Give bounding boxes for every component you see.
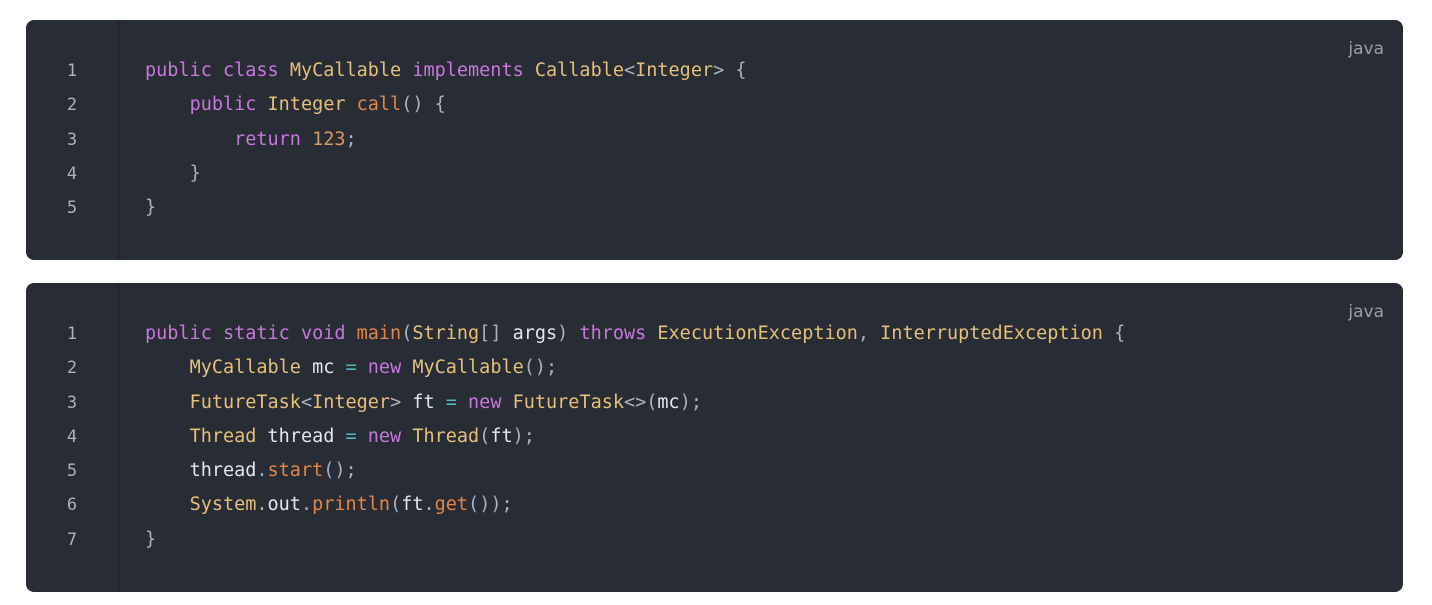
code-line[interactable]: public class MyCallable implements Calla… — [145, 54, 747, 88]
code-line[interactable]: public Integer call() { — [145, 88, 747, 122]
line-number: 6 — [66, 495, 78, 516]
language-label: java — [1348, 39, 1384, 59]
line-number: 3 — [66, 129, 78, 150]
line-number: 4 — [66, 426, 78, 447]
code-line[interactable]: Thread thread = new Thread(ft); — [145, 420, 1125, 454]
language-label: java — [1348, 302, 1384, 322]
line-number-gutter: 1 2 3 4 5 — [26, 20, 119, 260]
code-line[interactable]: FutureTask<Integer> ft = new FutureTask<… — [145, 386, 1125, 420]
line-number: 1 — [66, 324, 78, 344]
line-number: 5 — [66, 198, 78, 219]
line-numbers: 1 2 3 4 5 — [26, 54, 118, 225]
line-number: 7 — [66, 529, 78, 550]
line-number: 2 — [66, 95, 78, 116]
code-line[interactable]: MyCallable mc = new MyCallable(); — [145, 351, 1125, 385]
code-line[interactable]: System.out.println(ft.get()); — [145, 488, 1125, 522]
line-number: 3 — [66, 392, 78, 413]
code-line[interactable]: thread.start(); — [145, 454, 1125, 488]
code-lines[interactable]: public static void main(String[] args) t… — [145, 317, 1125, 557]
line-number: 5 — [66, 461, 78, 482]
code-line[interactable]: } — [145, 157, 747, 191]
line-number: 2 — [66, 358, 78, 379]
code-line[interactable]: public static void main(String[] args) t… — [145, 317, 1125, 351]
line-number: 4 — [66, 163, 78, 184]
code-lines[interactable]: public class MyCallable implements Calla… — [145, 54, 747, 225]
code-line[interactable]: } — [145, 191, 747, 225]
line-number: 1 — [66, 61, 78, 81]
line-numbers: 1 2 3 4 5 6 7 — [26, 317, 118, 557]
code-line[interactable]: } — [145, 523, 1125, 557]
code-block: 1 2 3 4 5 6 7 java public static void ma… — [26, 283, 1403, 592]
code-block: 1 2 3 4 5 java public class MyCallable i… — [26, 20, 1403, 260]
code-line[interactable]: return 123; — [145, 123, 747, 157]
line-number-gutter: 1 2 3 4 5 6 7 — [26, 283, 119, 592]
